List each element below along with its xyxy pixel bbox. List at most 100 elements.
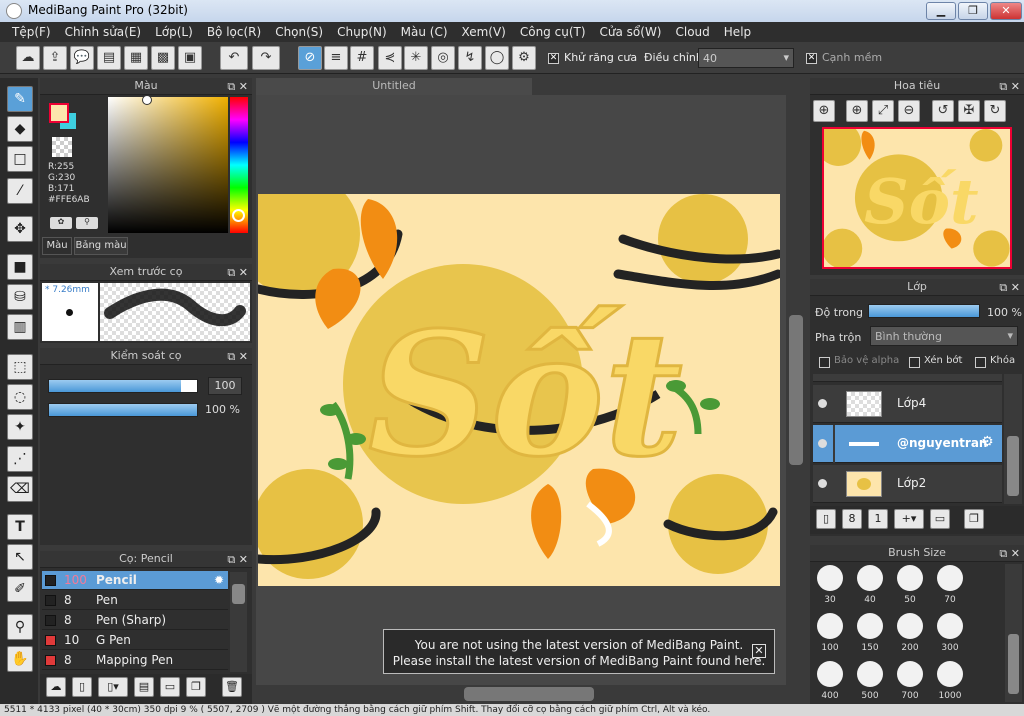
brush-item[interactable]: 8 Pen	[42, 591, 228, 610]
tile-icon[interactable]: ▣	[178, 46, 202, 70]
upload-icon[interactable]: ⇪	[43, 46, 67, 70]
select-eraser-icon[interactable]: ⌫	[7, 476, 33, 502]
saturation-value-picker[interactable]	[108, 97, 228, 233]
rotate-left-icon[interactable]: ↺	[932, 100, 954, 122]
menu-view[interactable]: Xem(V)	[456, 22, 514, 42]
brush-size-option[interactable]: 1000	[932, 658, 968, 706]
eyedropper-icon[interactable]: ⚲	[7, 614, 33, 640]
select-rect-icon[interactable]: ⬚	[7, 354, 33, 380]
undo-button[interactable]: ↶	[220, 46, 248, 70]
clipping-checkbox[interactable]	[909, 357, 920, 368]
layer-opacity-slider[interactable]	[869, 305, 979, 317]
zoom-in-plus-icon[interactable]: ⊕	[846, 100, 868, 122]
brush-folder-icon[interactable]: ▭	[160, 677, 180, 697]
layer-row-partial[interactable]	[813, 374, 1002, 382]
brush-size-option[interactable]: 200	[892, 610, 928, 658]
settings-gear-icon[interactable]: ✹	[214, 571, 224, 589]
snap-settings-gear-icon[interactable]: ⚙	[512, 46, 536, 70]
duplicate-brush-icon[interactable]: ❐	[186, 677, 206, 697]
menu-layer[interactable]: Lớp(L)	[149, 22, 201, 42]
brush-size-option[interactable]: 150	[852, 610, 888, 658]
eraser-tool-icon[interactable]: ◆	[7, 116, 33, 142]
operation-tool-icon[interactable]: ↖	[7, 544, 33, 570]
size-slider-track[interactable]	[48, 379, 198, 393]
brush-size-option[interactable]: 100	[812, 610, 848, 658]
line-tool-icon[interactable]: ⁄	[7, 178, 33, 204]
fit-screen-icon[interactable]: ⤢	[872, 100, 894, 122]
visibility-eye-icon[interactable]	[818, 399, 827, 408]
zoom-in-icon[interactable]: ⊕	[813, 100, 835, 122]
vscroll-thumb[interactable]	[789, 315, 803, 465]
add-brush-dropdown-icon[interactable]: ▯▾	[98, 677, 128, 697]
comment-icon[interactable]: 💬	[70, 46, 94, 70]
menu-color[interactable]: Màu (C)	[395, 22, 456, 42]
color-picker-handle[interactable]	[142, 95, 152, 105]
brush-size-option[interactable]: 40	[852, 562, 888, 610]
panel-pin-close-icon[interactable]: ⧉ ✕	[227, 349, 248, 365]
settings-gear-icon[interactable]: ⚙	[981, 434, 994, 450]
move-tool-icon[interactable]: ✥	[7, 216, 33, 242]
panel-pin-close-icon[interactable]: ⧉ ✕	[227, 552, 248, 568]
lasso-icon[interactable]: ◌	[7, 384, 33, 410]
tab-color[interactable]: Màu	[42, 237, 72, 255]
radial-snap-icon[interactable]: ✳	[404, 46, 428, 70]
add-layer-dropdown-icon[interactable]: +▾	[894, 509, 924, 529]
brush-item[interactable]: 100 Pencil ✹	[42, 571, 228, 590]
hscroll-thumb[interactable]	[464, 687, 594, 701]
close-icon[interactable]: ✕	[752, 644, 766, 658]
zoom-out-icon[interactable]: ⊖	[898, 100, 920, 122]
blend-mode-dropdown[interactable]: Bình thường ▾	[870, 326, 1018, 346]
redo-button[interactable]: ↷	[252, 46, 280, 70]
menu-window[interactable]: Cửa sổ(W)	[594, 22, 670, 42]
update-notice[interactable]: You are not using the latest version of …	[383, 629, 775, 674]
document-icon[interactable]: ▦	[124, 46, 148, 70]
hue-handle[interactable]	[232, 209, 245, 222]
panel-pin-close-icon[interactable]: ⧉ ✕	[999, 280, 1020, 296]
antialias-checkbox[interactable]: ✕	[548, 53, 559, 64]
minimize-button[interactable]: ▁	[926, 2, 956, 20]
menu-help[interactable]: Help	[718, 22, 759, 42]
tab-palette[interactable]: Bảng màu	[74, 237, 128, 255]
soft-edge-checkbox[interactable]: ✕	[806, 53, 817, 64]
curve-snap-icon[interactable]: ↯	[458, 46, 482, 70]
artwork-canvas[interactable]: Sốt	[258, 194, 780, 586]
size-value[interactable]: 100	[208, 377, 242, 395]
brush-cloud-icon[interactable]: ☁	[46, 677, 66, 697]
brush-item[interactable]: 8 Mapping Pen	[42, 651, 228, 670]
reset-view-icon[interactable]: ✠	[958, 100, 980, 122]
adjust-dropdown[interactable]: 40 ▾	[698, 48, 794, 68]
brush-tool-icon[interactable]: ✎	[7, 86, 33, 112]
perspective-snap-icon[interactable]: ⋞	[378, 46, 402, 70]
opacity-slider-track[interactable]	[48, 403, 198, 417]
opacity-slider[interactable]	[49, 404, 197, 416]
size-slider[interactable]	[49, 380, 181, 392]
brush-size-scrollbar[interactable]	[1005, 564, 1022, 702]
layer-list-scrollbar[interactable]	[1004, 374, 1022, 504]
dropper-small-icon[interactable]: ⚲	[76, 217, 98, 229]
menu-filter[interactable]: Bộ lọc(R)	[201, 22, 269, 42]
visibility-eye-icon[interactable]	[818, 439, 827, 448]
scroll-thumb[interactable]	[1007, 436, 1019, 496]
layer-row-selected[interactable]: @nguyentran ⚙	[813, 425, 1002, 463]
brush-size-option[interactable]: 300	[932, 610, 968, 658]
delete-brush-icon[interactable]: 🗑	[222, 677, 242, 697]
layer-folder-icon[interactable]: ▭	[930, 509, 950, 529]
brush-size-option[interactable]: 400	[812, 658, 848, 706]
bucket-tool-icon[interactable]: ⛁	[7, 284, 33, 310]
lock-checkbox[interactable]	[975, 357, 986, 368]
new-8bit-layer-icon[interactable]: 8	[842, 509, 862, 529]
menu-cloud[interactable]: Cloud	[670, 22, 718, 42]
new-layer-icon[interactable]: ▯	[816, 509, 836, 529]
brush-settings-icon[interactable]: ▤	[134, 677, 154, 697]
brush-item[interactable]: 8 Pen (Sharp)	[42, 611, 228, 630]
parallel-snap-icon[interactable]: ≡	[324, 46, 348, 70]
menu-tools[interactable]: Công cụ(T)	[514, 22, 594, 42]
circle-snap-icon[interactable]: ◎	[431, 46, 455, 70]
maximize-button[interactable]: ❐	[958, 2, 988, 20]
protect-alpha-checkbox[interactable]	[819, 357, 830, 368]
divide-tool-icon[interactable]: ✐	[7, 576, 33, 602]
cloud-icon[interactable]: ☁	[16, 46, 40, 70]
navigator-thumbnail[interactable]: Sốt	[822, 127, 1012, 269]
canvas-horizontal-scrollbar[interactable]	[256, 685, 786, 703]
snap-off-icon[interactable]: ⊘	[298, 46, 322, 70]
